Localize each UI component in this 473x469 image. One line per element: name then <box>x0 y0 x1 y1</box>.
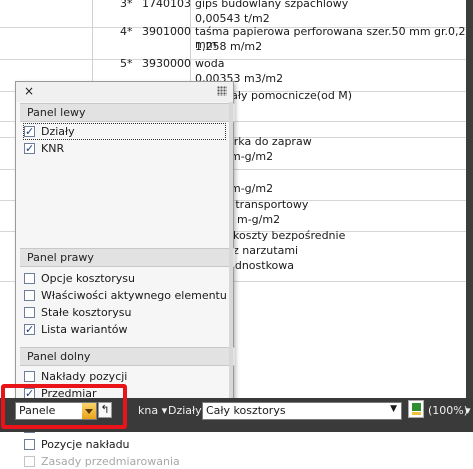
okna-text: kna <box>138 404 159 417</box>
checkbox-label: Działy <box>41 125 75 138</box>
panel-option: Zasady przedmiarowania <box>24 454 180 469</box>
row-description: gips budowlany szpachlowy <box>195 0 349 10</box>
checkbox[interactable] <box>24 438 35 450</box>
table-row[interactable]: 4* 3901000 taśma papierowa perforowana sze… <box>0 25 466 60</box>
panel-option[interactable]: Właściwości aktywnego elementu <box>24 288 227 303</box>
row-description: woda <box>195 57 225 70</box>
close-icon[interactable]: × <box>24 84 34 98</box>
panel-option[interactable]: Nakłady pozycji <box>24 369 127 384</box>
panel-option[interactable]: Działy <box>23 123 226 140</box>
zoom-icon[interactable] <box>408 400 424 418</box>
checkbox-label: Nakłady pozycji <box>41 370 128 383</box>
panel-scrollbar[interactable] <box>229 102 233 399</box>
group-header: Panel lewy <box>20 103 235 122</box>
group-header: Panel prawy <box>20 248 235 267</box>
panel-visibility-popup: × Panel lewy Działy KNR Panel prawy Opcje ko… <box>15 81 235 468</box>
panel-option[interactable]: KNR <box>24 141 64 156</box>
panel-titlebar[interactable]: × <box>16 82 233 102</box>
checkbox[interactable] <box>24 124 35 139</box>
checkbox-label: Stałe kosztorysu <box>41 306 132 319</box>
checkbox-label: KNR <box>41 142 65 155</box>
panel-option[interactable]: Lista wariantów <box>24 322 128 337</box>
panel-option[interactable]: Opcje kosztorysu <box>24 271 135 286</box>
grip-icon[interactable] <box>217 86 227 96</box>
chevron-down-icon[interactable]: ▼ <box>390 404 397 414</box>
checkbox-label: Właściwości aktywnego elementu <box>41 289 227 302</box>
okna-label[interactable]: kna ▾ <box>138 404 167 417</box>
row-code: 3901000 <box>142 25 191 38</box>
row-code: 1740103 <box>142 0 191 10</box>
checkbox-label: Lista wariantów <box>41 323 128 336</box>
panel-option[interactable]: Stałe kosztorysu <box>24 305 131 320</box>
row-description: 1,258 m/m2 <box>195 40 263 53</box>
checkbox <box>24 455 35 467</box>
checkbox[interactable] <box>24 370 35 382</box>
checkbox-label: Pozycje nakładu <box>41 438 130 451</box>
checkbox[interactable] <box>24 272 35 284</box>
vertical-scrollbar[interactable] <box>466 0 473 398</box>
checkbox[interactable] <box>24 306 35 318</box>
dzialy-combobox-value: Cały kosztorys <box>206 404 286 417</box>
checkbox-label: Zasady przedmiarowania <box>41 455 180 468</box>
group-header: Panel dolny <box>20 347 235 366</box>
checkbox[interactable] <box>24 141 35 156</box>
checkbox[interactable] <box>24 322 35 337</box>
row-number: 3* <box>120 0 133 10</box>
row-description: 0,00543 t/m2 <box>195 12 270 25</box>
checkbox[interactable] <box>24 289 35 301</box>
zoom-chevron-icon[interactable]: ▾ <box>465 404 471 417</box>
panel-option[interactable]: Pozycje nakładu <box>24 437 130 452</box>
row-code: 3930000 <box>142 57 191 70</box>
row-number: 4* <box>120 25 133 38</box>
table-row[interactable]: 3* 1740103 gips budowlany szpachlowy 0,0054… <box>0 0 466 28</box>
highlight-box <box>1 384 127 429</box>
dzialy-label: Działy: <box>168 404 205 417</box>
checkbox-label: Opcje kosztorysu <box>41 272 135 285</box>
zoom-value[interactable]: (100%) <box>428 404 468 417</box>
row-number: 5* <box>120 57 133 70</box>
dzialy-combobox[interactable]: Cały kosztorys ▼ <box>202 402 402 420</box>
